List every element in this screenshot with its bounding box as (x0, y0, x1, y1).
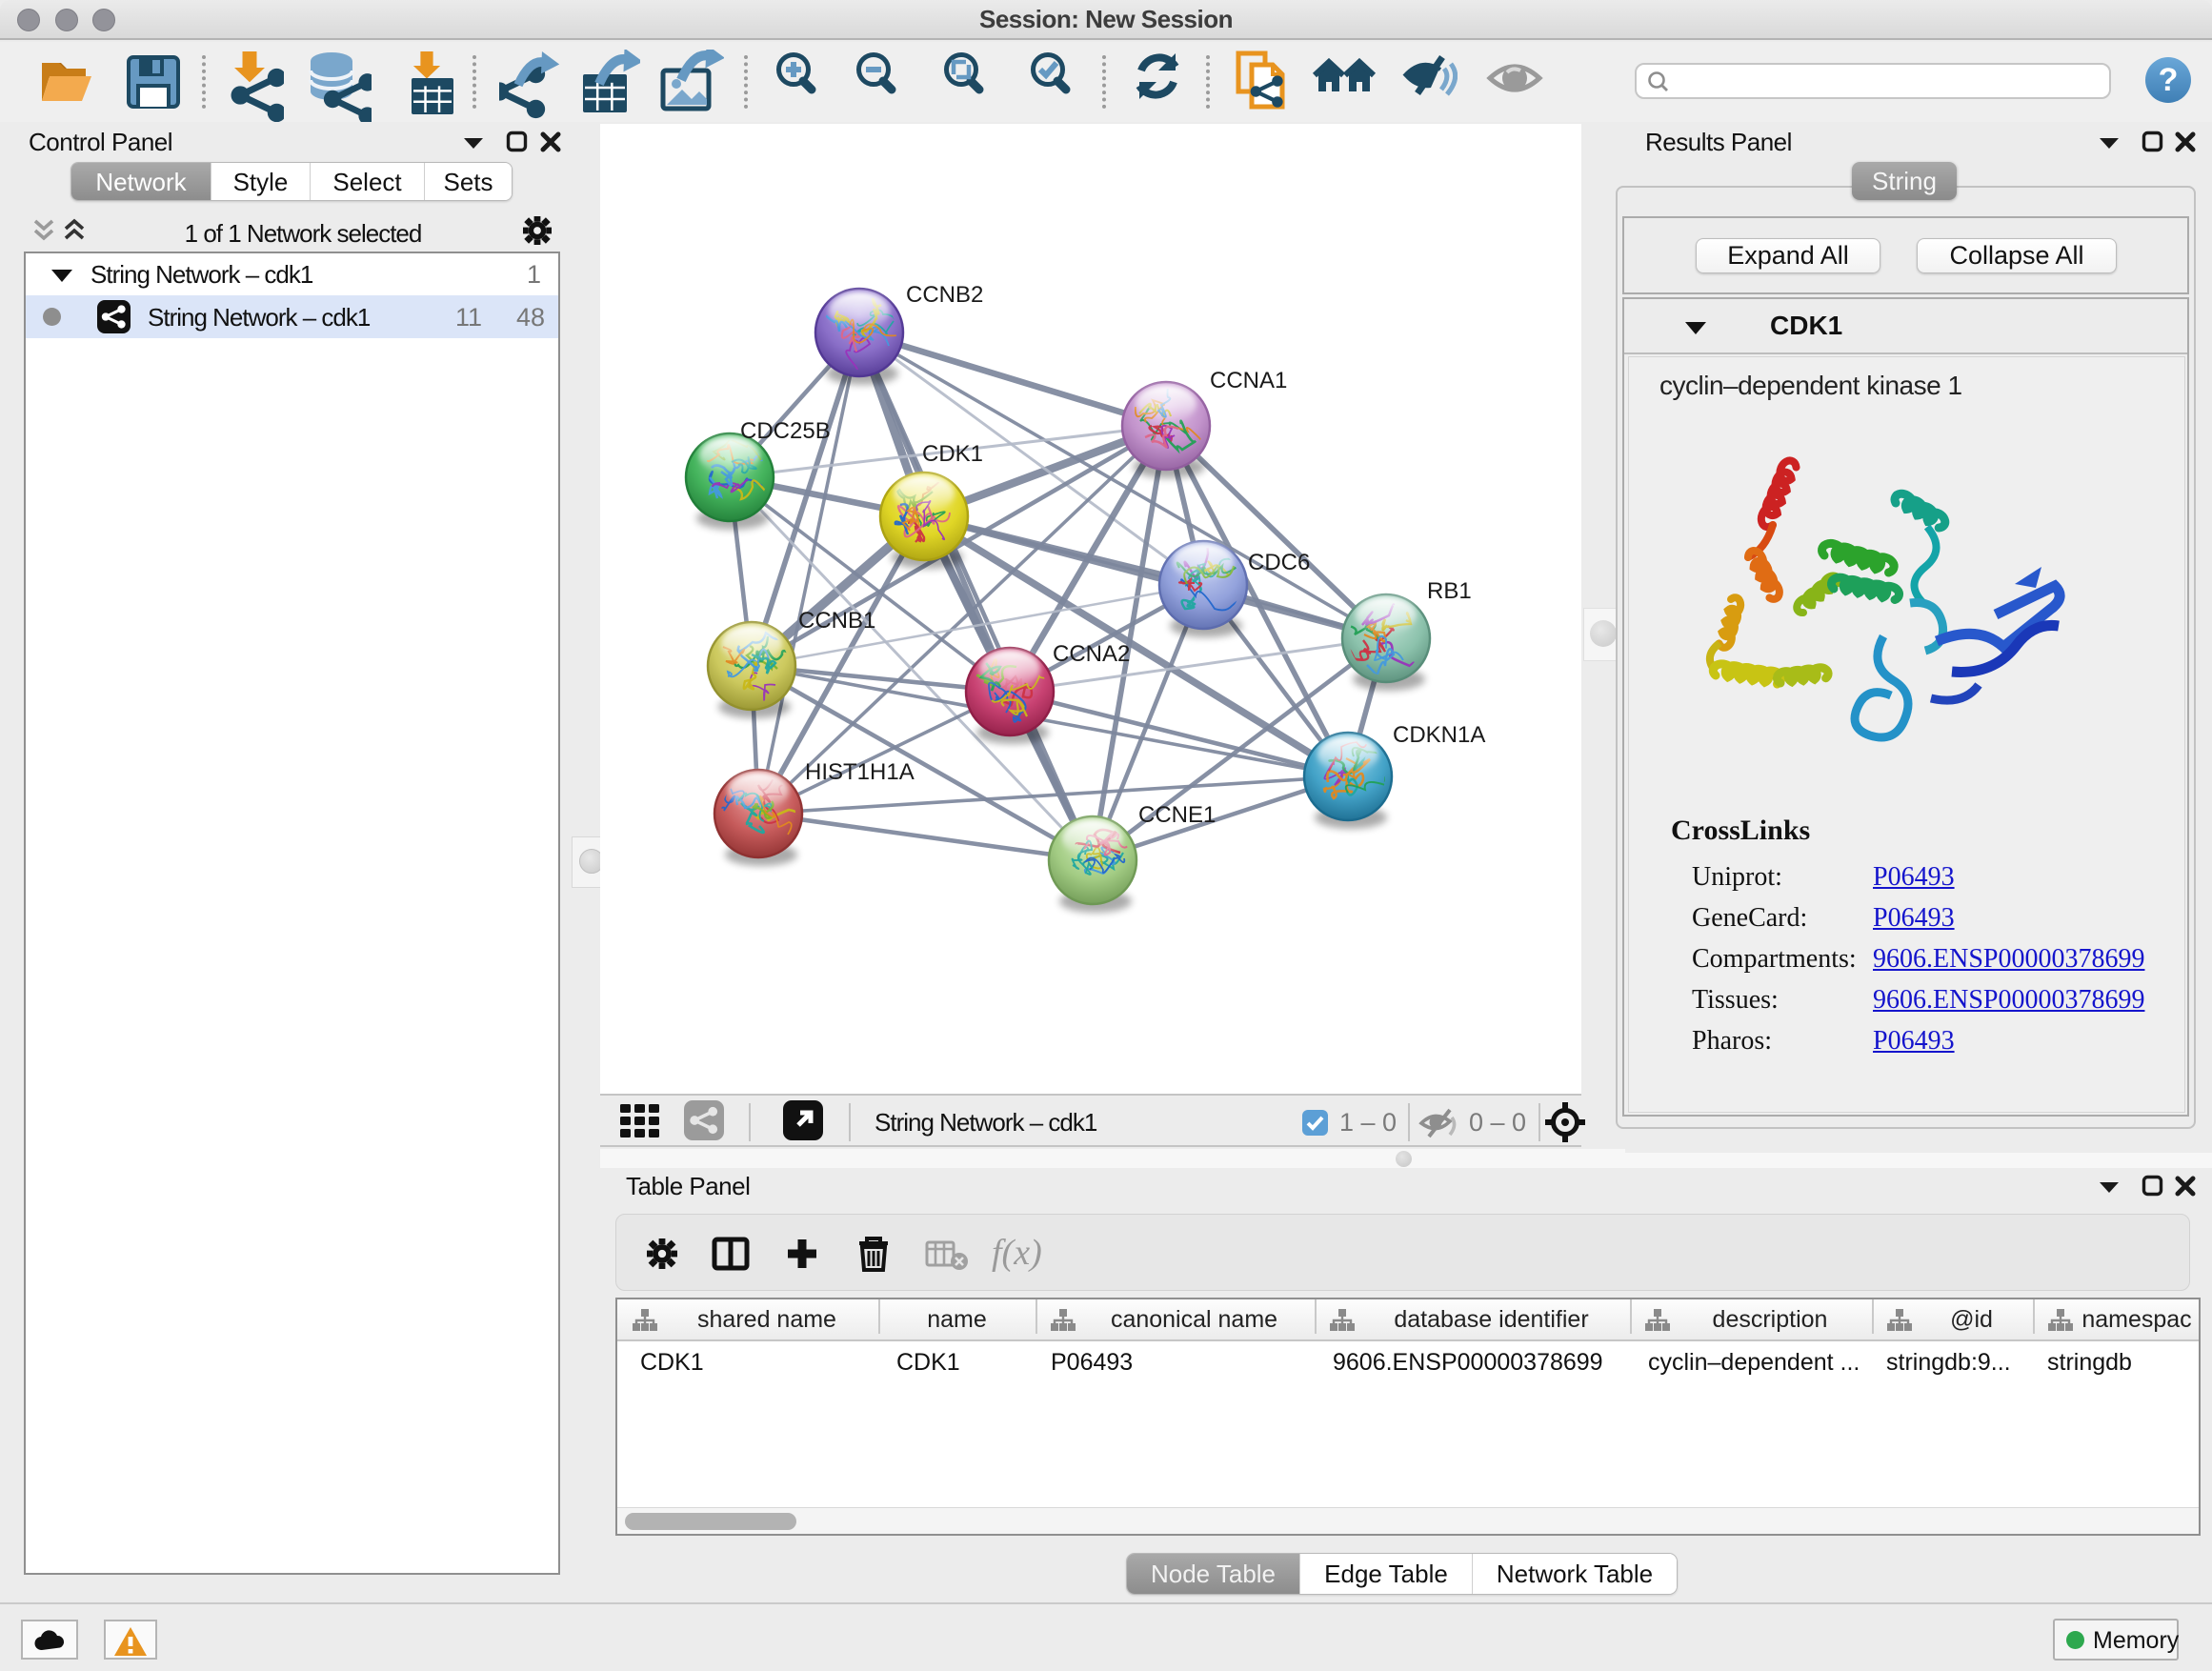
svg-text:CCNA2: CCNA2 (1053, 641, 1130, 667)
svg-text:CCNE1: CCNE1 (1138, 802, 1216, 828)
svg-text:CDC25B: CDC25B (740, 418, 831, 444)
svg-text:CDK1: CDK1 (922, 441, 983, 467)
svg-text:CDC6: CDC6 (1248, 550, 1310, 575)
svg-text:CCNB2: CCNB2 (906, 282, 983, 308)
svg-text:RB1: RB1 (1427, 578, 1472, 604)
svg-text:CDKN1A: CDKN1A (1393, 722, 1485, 748)
svg-text:CCNA1: CCNA1 (1210, 368, 1287, 393)
svg-text:HIST1H1A: HIST1H1A (805, 759, 915, 785)
svg-text:CCNB1: CCNB1 (798, 608, 875, 634)
